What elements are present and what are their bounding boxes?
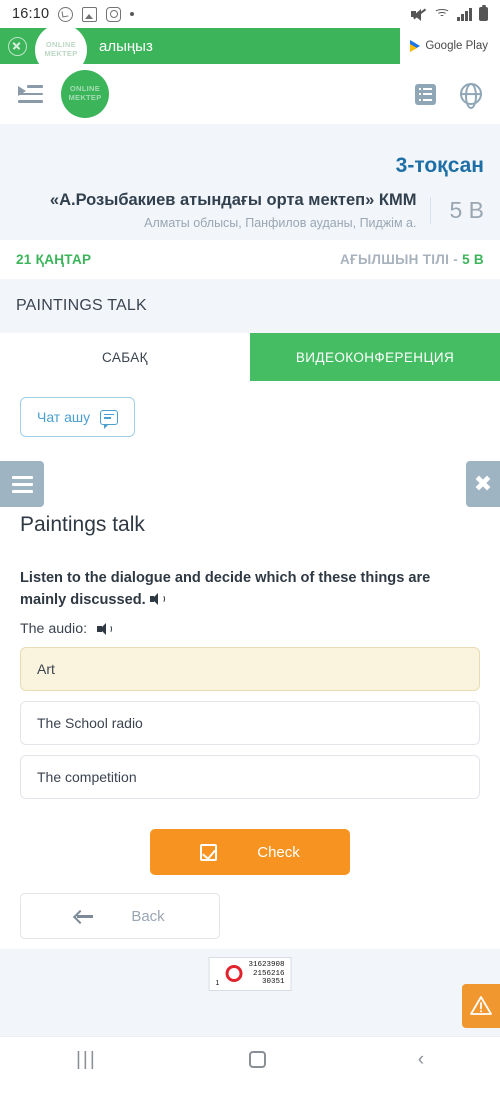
battery-icon bbox=[479, 7, 488, 21]
subject-prefix: АҒЫЛШЫН ТІЛІ - bbox=[339, 252, 463, 267]
google-play-install-button[interactable]: Google Play bbox=[400, 28, 500, 64]
grade-badge: 5 В bbox=[430, 196, 484, 224]
counter-line-1: 31623908 bbox=[248, 961, 285, 969]
status-bar-clock: 16:10 bbox=[12, 6, 50, 22]
answer-options: Art The School radio The competition bbox=[0, 637, 500, 799]
cut-off-text: - bbox=[0, 124, 500, 148]
option-item[interactable]: The competition bbox=[20, 755, 480, 799]
speaker-icon[interactable] bbox=[149, 592, 166, 606]
check-button[interactable]: Check bbox=[150, 829, 350, 875]
phone-screen: 16:10 ONLINE MEKTEP алыңыз Google Play O… bbox=[0, 0, 500, 1111]
mute-icon bbox=[411, 7, 427, 21]
lesson-subject: АҒЫЛШЫН ТІЛІ - 5 В bbox=[340, 252, 484, 267]
option-item[interactable]: Art bbox=[20, 647, 480, 691]
instagram-icon bbox=[106, 6, 122, 22]
signal-icon bbox=[457, 7, 472, 21]
page-footer: 1 31623908 2156216 30351 bbox=[0, 949, 500, 1036]
liveinternet-ring-icon bbox=[225, 965, 243, 983]
school-info-row: «А.Розыбакиев атындағы орта мектеп» КММ … bbox=[0, 190, 500, 240]
lesson-tabs: САБАҚ ВИДЕОКОНФЕРЕНЦИЯ bbox=[0, 333, 500, 381]
status-bar-left: 16:10 bbox=[12, 6, 135, 22]
hamburger-menu-icon[interactable] bbox=[0, 461, 44, 507]
dot-indicator-icon bbox=[130, 12, 135, 16]
lesson-title: PAINTINGS TALK bbox=[16, 297, 147, 314]
option-item[interactable]: The School radio bbox=[20, 701, 480, 745]
counter-line-2: 2156216 bbox=[252, 969, 285, 978]
app-install-banner: ONLINE MEKTEP алыңыз Google Play bbox=[0, 28, 500, 64]
lesson-date: 21 ҚАҢТАР bbox=[16, 252, 92, 267]
back-button-label: Back bbox=[131, 907, 165, 925]
counter-numbers: 31623908 2156216 30351 bbox=[248, 961, 284, 987]
site-header: ONLINE MEKTEP bbox=[0, 64, 500, 124]
site-header-left: ONLINE MEKTEP bbox=[18, 70, 109, 118]
arrow-left-icon bbox=[75, 910, 94, 922]
status-bar-right bbox=[411, 7, 488, 21]
tab-sabaq[interactable]: САБАҚ bbox=[0, 333, 250, 381]
audio-label: The audio: bbox=[20, 621, 88, 637]
site-logo-line2: MEKTEP bbox=[68, 93, 102, 102]
site-logo[interactable]: ONLINE MEKTEP bbox=[61, 70, 109, 118]
exercise-panel: ✖ Paintings talk Listen to the dialogue … bbox=[0, 459, 500, 949]
recents-button[interactable]: ||| bbox=[76, 1049, 97, 1071]
tab-videoconference[interactable]: ВИДЕОКОНФЕРЕНЦИЯ bbox=[250, 333, 500, 381]
globe-icon[interactable] bbox=[460, 83, 482, 105]
liveinternet-counter[interactable]: 1 31623908 2156216 30351 bbox=[208, 957, 292, 991]
exercise-question-text: Listen to the dialogue and decide which … bbox=[20, 570, 431, 608]
site-header-right bbox=[415, 83, 482, 105]
google-play-icon bbox=[410, 40, 421, 52]
warning-triangle-icon bbox=[470, 996, 492, 1015]
sidebar-toggle-icon[interactable] bbox=[18, 85, 43, 103]
back-button[interactable]: ‹ bbox=[418, 1049, 424, 1071]
photos-icon bbox=[82, 6, 98, 22]
date-subject-bar: 21 ҚАҢТАР АҒЫЛШЫН ТІЛІ - 5 В bbox=[0, 240, 500, 279]
checkbox-icon bbox=[200, 843, 218, 861]
android-status-bar: 16:10 bbox=[0, 0, 500, 28]
banner-app-logo: ONLINE MEKTEP bbox=[35, 28, 87, 64]
school-name: «А.Розыбакиев атындағы орта мектеп» КММ bbox=[49, 191, 417, 209]
google-play-label: Google Play bbox=[425, 40, 488, 52]
close-icon[interactable]: ✖ bbox=[466, 461, 500, 507]
counter-line-3: 30351 bbox=[261, 978, 285, 986]
chat-section: Чат ашу bbox=[0, 381, 500, 459]
open-chat-button[interactable]: Чат ашу bbox=[20, 397, 136, 437]
exercise-question: Listen to the dialogue and decide which … bbox=[0, 537, 500, 611]
back-button[interactable]: Back bbox=[20, 893, 220, 939]
whatsapp-icon bbox=[58, 6, 74, 22]
exercise-title: Paintings talk bbox=[20, 513, 145, 536]
chat-bubble-icon bbox=[100, 409, 119, 429]
banner-logo-line2: MEKTEP bbox=[44, 49, 78, 58]
subject-grade: 5 В bbox=[462, 252, 484, 267]
audio-row: The audio: bbox=[0, 611, 500, 637]
close-icon[interactable] bbox=[8, 36, 27, 56]
school-info: «А.Розыбакиев атындағы орта мектеп» КММ … bbox=[16, 190, 430, 230]
exercise-toolbar: ✖ bbox=[0, 459, 500, 507]
android-nav-bar: ||| ‹ bbox=[0, 1036, 500, 1082]
banner-text: алыңыз bbox=[99, 37, 153, 55]
wifi-icon bbox=[434, 8, 451, 21]
school-address: Алматы облысы, Панфилов ауданы, Пиджім а… bbox=[144, 216, 417, 230]
list-icon[interactable] bbox=[415, 83, 436, 105]
quarter-label: 3-тоқсан bbox=[395, 154, 484, 177]
exercise-actions: Check Back bbox=[0, 809, 500, 939]
home-icon[interactable] bbox=[248, 1051, 266, 1068]
counter-rank: 1 bbox=[215, 979, 220, 987]
speaker-icon[interactable] bbox=[97, 622, 113, 636]
open-chat-label: Чат ашу bbox=[37, 409, 91, 425]
page-content: - 3-тоқсан «А.Розыбакиев атындағы орта м… bbox=[0, 124, 500, 1036]
warning-fab-button[interactable] bbox=[462, 984, 500, 1028]
check-button-label: Check bbox=[257, 843, 300, 861]
